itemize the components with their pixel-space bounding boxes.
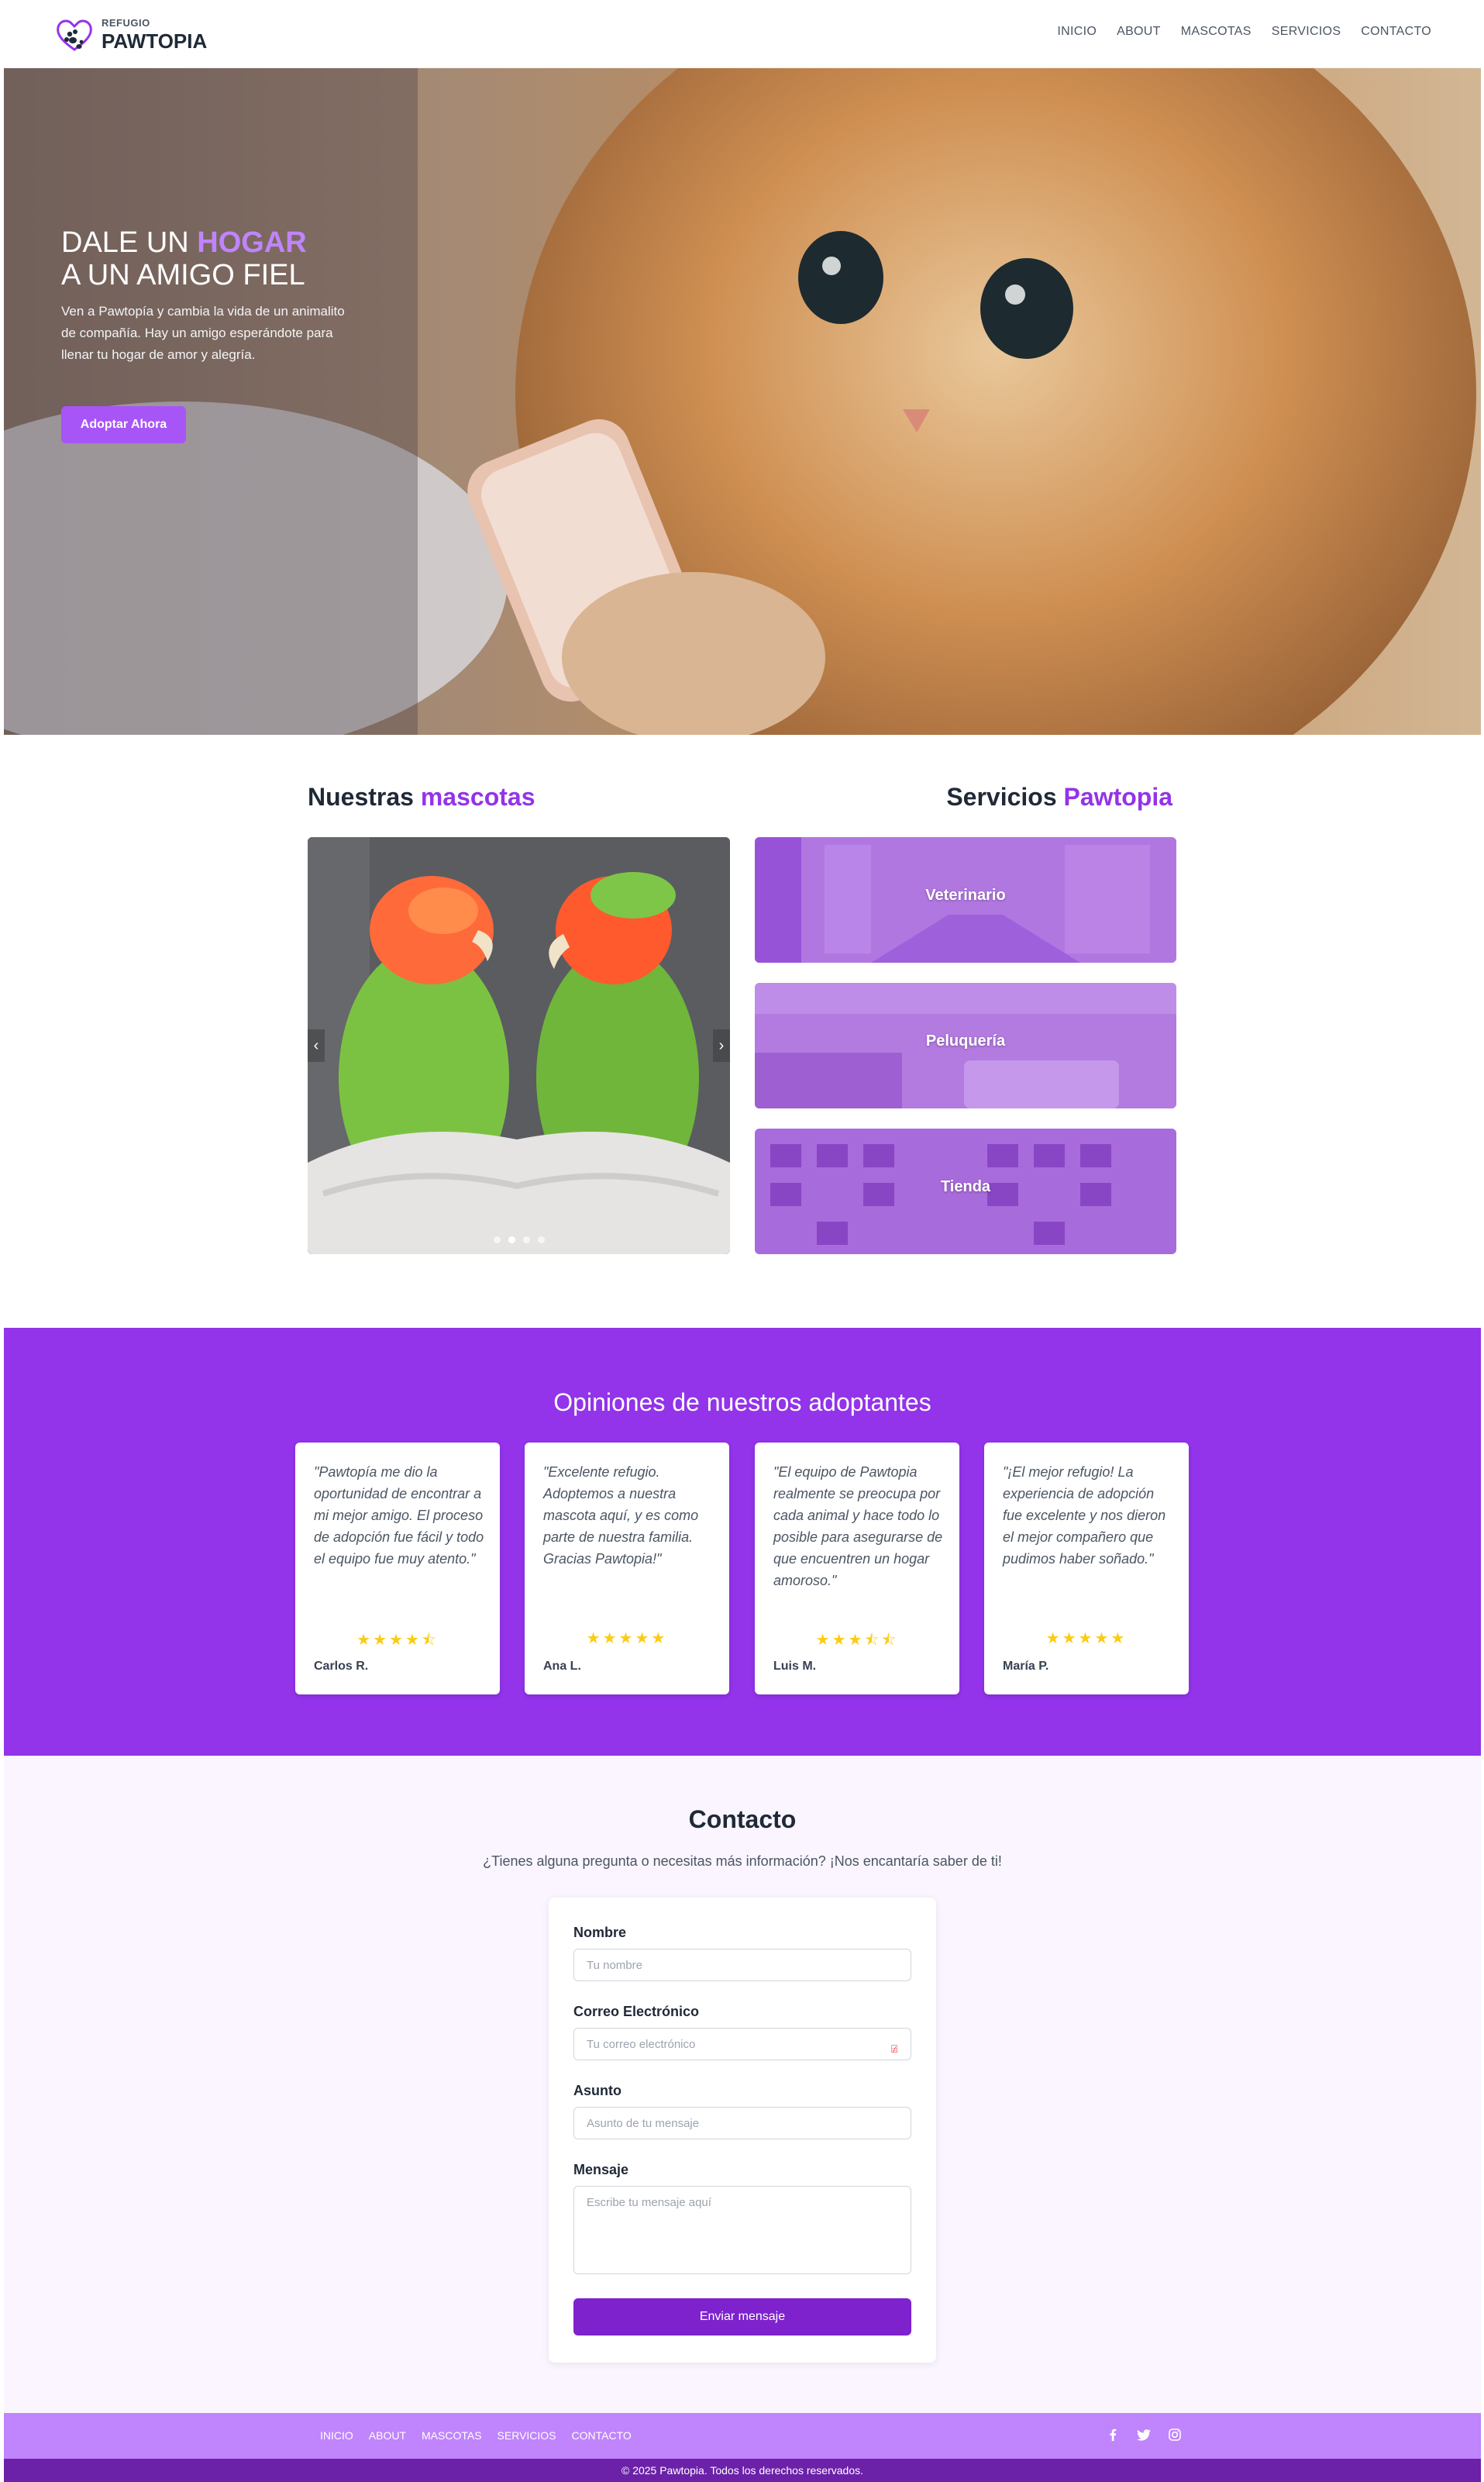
testimonial-card: "Excelente refugio. Adoptemos a nuestra …: [525, 1443, 729, 1694]
nav-inicio[interactable]: INICIO: [1057, 25, 1097, 39]
pets-title-highlight: mascotas: [420, 783, 535, 811]
adopt-now-button[interactable]: Adoptar Ahora: [61, 406, 186, 443]
rating-stars: ★★★★⯪: [356, 1632, 439, 1649]
rating-stars: ★★★⯪⯪: [815, 1632, 899, 1649]
nav-servicios[interactable]: SERVICIOS: [1272, 25, 1341, 39]
pets-title-part: Nuestras: [308, 783, 414, 811]
testimonial-quote: "Pawtopía me dio la oportunidad de encon…: [314, 1464, 484, 1567]
testimonial-card: "Pawtopía me dio la oportunidad de encon…: [295, 1443, 500, 1694]
pets-title: Nuestras mascotas: [308, 783, 535, 812]
services-title-part: Servicios: [946, 783, 1057, 811]
password-manager-icon[interactable]: ⍯: [891, 2042, 897, 2056]
footer-nav-contacto[interactable]: CONTACTO: [572, 2429, 632, 2442]
subject-field[interactable]: [573, 2107, 911, 2139]
social-links: [1105, 2427, 1183, 2442]
service-card-veterinario[interactable]: Veterinario: [755, 837, 1176, 963]
logo-subtitle: REFUGIO: [102, 17, 150, 29]
testimonial-author: Carlos R.: [314, 1660, 369, 1673]
site-footer: INICIO ABOUT MASCOTAS SERVICIOS CONTACTO: [4, 2413, 1481, 2459]
subject-label: Asunto: [573, 2083, 621, 2098]
service-card-peluqueria[interactable]: Peluquería: [755, 983, 1176, 1108]
contact-section: Contacto ¿Tienes alguna pregunta o neces…: [4, 1756, 1481, 2413]
nav-mascotas[interactable]: MASCOTAS: [1181, 25, 1252, 39]
pets-carousel[interactable]: ‹ ›: [308, 837, 730, 1254]
copyright: © 2025 Pawtopia. Todos los derechos rese…: [4, 2459, 1481, 2482]
carousel-dot[interactable]: [523, 1236, 530, 1243]
services-title: Servicios Pawtopia: [946, 783, 1172, 812]
hero-section: DALE UN HOGAR A UN AMIGO FIEL Ven a Pawt…: [4, 68, 1481, 735]
contact-subtitle: ¿Tienes alguna pregunta o necesitas más …: [483, 1853, 1002, 1869]
message-label: Mensaje: [573, 2162, 629, 2177]
hero-overlay: [4, 68, 418, 735]
contact-title: Contacto: [688, 1805, 797, 1833]
carousel-next-button[interactable]: ›: [713, 1029, 730, 1062]
site-header: REFUGIO PAWTOPIA INICIO ABOUT MASCOTAS S…: [4, 0, 1481, 68]
carousel-dot[interactable]: [494, 1236, 501, 1243]
footer-nav-inicio[interactable]: INICIO: [320, 2429, 353, 2442]
testimonial-quote: "El equipo de Pawtopia realmente se preo…: [773, 1464, 943, 1588]
name-label: Nombre: [573, 1925, 627, 1940]
carousel-dot[interactable]: [538, 1236, 545, 1243]
testimonials-section: Opiniones de nuestros adoptantes "Pawtop…: [4, 1328, 1481, 1756]
facebook-icon[interactable]: [1105, 2427, 1121, 2442]
contact-form: Nombre Correo Electrónico ⍯ Asunto Mensa…: [549, 1898, 936, 2363]
hero-title-line2: A UN AMIGO FIEL: [61, 259, 305, 291]
message-field[interactable]: [573, 2186, 911, 2274]
testimonial-card: "El equipo de Pawtopia realmente se preo…: [755, 1443, 959, 1694]
twitter-icon[interactable]: [1136, 2427, 1152, 2442]
footer-nav-servicios[interactable]: SERVICIOS: [498, 2429, 556, 2442]
testimonial-quote: "Excelente refugio. Adoptemos a nuestra …: [543, 1464, 699, 1567]
email-field[interactable]: [573, 2028, 911, 2060]
page: REFUGIO PAWTOPIA INICIO ABOUT MASCOTAS S…: [0, 0, 1484, 2482]
rating-stars: ★★★★★: [1045, 1630, 1128, 1647]
services-title-highlight: Pawtopia: [1063, 783, 1172, 811]
testimonial-author: María P.: [1003, 1660, 1049, 1673]
carousel-indicators: [494, 1236, 545, 1243]
footer-nav-about[interactable]: ABOUT: [369, 2429, 406, 2442]
carousel-dot[interactable]: [508, 1236, 515, 1243]
testimonial-card: "¡El mejor refugio! La experiencia de ad…: [984, 1443, 1189, 1694]
testimonial-author: Luis M.: [773, 1660, 817, 1673]
name-field[interactable]: [573, 1949, 911, 1981]
nav-contacto[interactable]: CONTACTO: [1361, 25, 1431, 39]
testimonial-quote: "¡El mejor refugio! La experiencia de ad…: [1003, 1464, 1166, 1567]
hero-text: Ven a Pawtopía y cambia la vida de un an…: [61, 304, 345, 362]
parrots-image: [308, 837, 730, 1254]
heart-paw-logo-icon: [57, 19, 92, 51]
hero-title-highlight: HOGAR: [197, 226, 307, 259]
footer-nav: INICIO ABOUT MASCOTAS SERVICIOS CONTACTO: [320, 2429, 632, 2442]
carousel-prev-button[interactable]: ‹: [308, 1029, 325, 1062]
hero-title-part: DALE UN: [61, 226, 189, 259]
service-label: Veterinario: [925, 887, 1006, 904]
logo[interactable]: REFUGIO PAWTOPIA: [53, 14, 207, 56]
nav-about[interactable]: ABOUT: [1117, 25, 1161, 39]
service-label: Peluquería: [925, 1032, 1006, 1050]
footer-nav-mascotas[interactable]: MASCOTAS: [422, 2429, 482, 2442]
testimonial-author: Ana L.: [543, 1660, 581, 1673]
service-label: Tienda: [940, 1178, 991, 1195]
service-card-tienda[interactable]: Tienda: [755, 1129, 1176, 1254]
page-frame: REFUGIO PAWTOPIA INICIO ABOUT MASCOTAS S…: [4, 0, 1481, 2482]
hero-title: DALE UN HOGAR A UN AMIGO FIEL: [61, 226, 307, 291]
email-label: Correo Electrónico: [573, 2004, 700, 2019]
instagram-icon[interactable]: [1167, 2427, 1183, 2442]
rating-stars: ★★★★★: [586, 1630, 668, 1647]
main-nav: INICIO ABOUT MASCOTAS SERVICIOS CONTACTO: [1057, 25, 1431, 39]
testimonials-title: Opiniones de nuestros adoptantes: [553, 1388, 931, 1416]
send-message-button[interactable]: Enviar mensaje: [573, 2298, 911, 2335]
logo-title: PAWTOPIA: [102, 29, 208, 53]
